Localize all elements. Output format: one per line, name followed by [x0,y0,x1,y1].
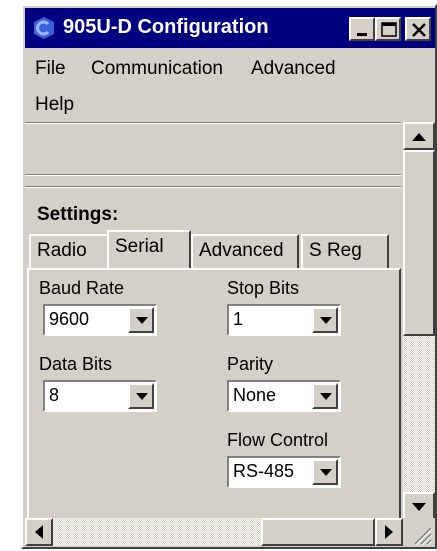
serial-tab-panel: Baud Rate 9600 Stop Bits 1 Data Bits 8 P… [27,268,401,532]
dropdown-button[interactable] [312,307,338,333]
menu-help[interactable]: Help [35,94,74,116]
chevron-down-icon [136,393,148,400]
dropdown-button[interactable] [128,307,154,333]
tab-label: Radio [37,240,87,261]
dropdown-button[interactable] [312,383,338,409]
chevron-down-icon [320,393,332,400]
data-bits-label: Data Bits [39,354,113,374]
menu-advanced[interactable]: Advanced [251,58,336,80]
scroll-down-button[interactable] [403,492,435,520]
arrow-down-icon [412,503,426,511]
arrow-right-icon [385,525,393,539]
baud-rate-label: Baud Rate [39,278,125,298]
combo-value: 9600 [49,309,90,329]
tab-serial[interactable]: Serial [107,230,191,268]
baud-rate-select[interactable]: 9600 [43,304,157,336]
combo-value: 1 [233,309,244,329]
arrow-up-icon [412,133,426,141]
combo-value: RS-485 [233,461,295,481]
divider [25,174,401,176]
tab-label: Advanced [199,240,284,261]
vertical-scrollbar[interactable] [403,122,435,535]
maximize-button[interactable] [375,17,401,41]
minimize-icon [357,33,367,36]
resize-grip[interactable] [403,518,435,546]
data-bits-select[interactable]: 8 [43,380,157,412]
scroll-up-button[interactable] [403,122,435,150]
tab-radio[interactable]: Radio [29,234,109,268]
title-bar[interactable]: 905U-D Configuration [25,8,435,48]
chevron-down-icon [320,469,332,476]
close-icon [412,23,426,37]
divider [25,122,401,124]
tab-label: S Reg [309,240,362,261]
window-title: 905U-D Configuration [63,16,269,38]
minimize-button[interactable] [349,17,375,41]
tab-s-reg[interactable]: S Reg [301,234,389,268]
settings-heading: Settings: [37,204,119,225]
combo-value: 8 [49,385,60,405]
app-window: 905U-D Configuration File Communication … [21,4,437,549]
chevron-down-icon [320,317,332,324]
menu-bar: File Communication Advanced Help [25,50,435,122]
dropdown-button[interactable] [312,459,338,485]
scroll-left-button[interactable] [25,518,53,546]
flow-control-label: Flow Control [227,430,329,450]
tab-label: Serial [115,236,164,257]
combo-value: None [233,385,277,405]
maximize-icon [381,22,397,37]
stop-bits-label: Stop Bits [227,278,300,298]
close-button[interactable] [405,17,431,41]
scroll-thumb-horizontal[interactable] [261,518,375,546]
arrow-left-icon [35,525,43,539]
horizontal-scrollbar[interactable] [25,518,403,546]
chevron-down-icon [136,317,148,324]
scroll-right-button[interactable] [375,518,403,546]
parity-label: Parity [227,354,274,374]
menu-communication[interactable]: Communication [91,58,223,80]
flow-control-select[interactable]: RS-485 [227,456,341,488]
scroll-thumb[interactable] [403,150,435,336]
dropdown-button[interactable] [128,383,154,409]
divider [25,186,401,188]
stop-bits-select[interactable]: 1 [227,304,341,336]
menu-file[interactable]: File [35,58,66,80]
tab-advanced[interactable]: Advanced [191,234,299,268]
parity-select[interactable]: None [227,380,341,412]
resize-grip-icon [414,527,433,546]
app-logo-icon [34,17,54,39]
